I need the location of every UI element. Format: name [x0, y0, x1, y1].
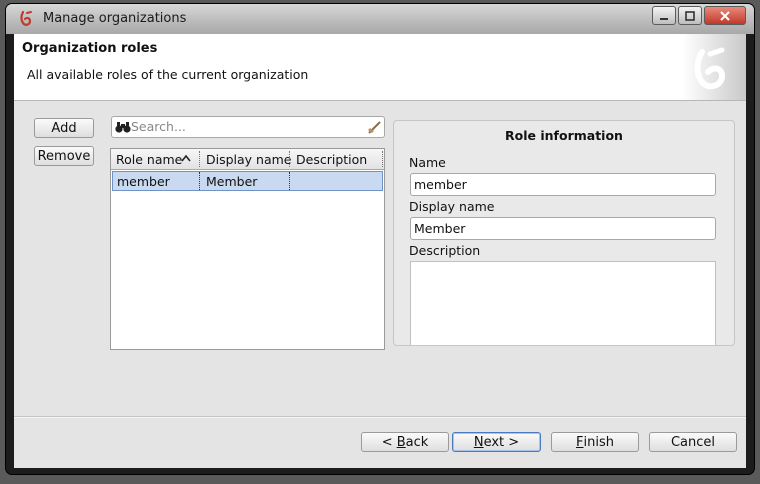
app-logo-icon: [20, 10, 32, 26]
window-title: Manage organizations: [43, 11, 187, 26]
name-label: Name: [409, 155, 446, 170]
finish-button[interactable]: Finish: [551, 432, 639, 452]
remove-button[interactable]: Remove: [34, 146, 94, 166]
close-icon[interactable]: [704, 6, 746, 25]
binoculars-icon: [115, 122, 131, 133]
table-header: Role name Display name Description: [111, 149, 384, 170]
maximize-icon[interactable]: [678, 6, 702, 25]
name-field[interactable]: member: [410, 173, 716, 196]
next-button[interactable]: Next >: [452, 432, 541, 452]
cancel-button[interactable]: Cancel: [649, 432, 737, 452]
column-header-description[interactable]: Description: [296, 152, 367, 167]
title-bar[interactable]: Manage organizations: [6, 4, 754, 34]
finish-label-rest: inish: [583, 434, 614, 450]
back-button[interactable]: < Back: [361, 432, 449, 452]
table-row[interactable]: member Member: [112, 171, 383, 191]
back-arrow: <: [381, 434, 397, 450]
add-button[interactable]: Add: [34, 118, 94, 138]
next-mnemonic: N: [473, 434, 484, 450]
description-textarea[interactable]: [410, 261, 716, 345]
wizard-header: Organization roles All available roles o…: [14, 34, 746, 101]
cell-separator: [289, 172, 290, 190]
panel-title: Role information: [505, 128, 623, 143]
column-header-role-name[interactable]: Role name: [116, 152, 182, 167]
window: Manage organizations Organization roles …: [6, 4, 754, 474]
clear-search-icon[interactable]: [367, 120, 381, 134]
sort-ascending-icon: [181, 154, 191, 162]
window-controls: [652, 6, 746, 25]
cell-separator: [199, 172, 200, 190]
column-separator[interactable]: [199, 151, 200, 167]
column-separator[interactable]: [289, 151, 290, 167]
page-subtitle: All available roles of the current organ…: [27, 67, 309, 82]
back-mnemonic: B: [396, 434, 406, 450]
role-information-panel: Role information Name member Display nam…: [393, 120, 735, 346]
column-header-display-name[interactable]: Display name: [206, 152, 292, 167]
dialog-body: Organization roles All available roles o…: [14, 34, 746, 468]
column-separator[interactable]: [382, 151, 383, 167]
cell-display-name: Member: [206, 174, 258, 189]
finish-mnemonic: F: [576, 434, 584, 450]
divider: [14, 416, 746, 418]
roles-table: Role name Display name Description membe…: [110, 148, 385, 350]
page-title: Organization roles: [22, 41, 158, 56]
search-field[interactable]: Search...: [111, 116, 385, 138]
description-label: Description: [409, 243, 481, 258]
brand-logo: [682, 34, 746, 100]
search-input[interactable]: Search...: [131, 119, 186, 134]
back-label-rest: ack: [405, 434, 429, 450]
next-label-rest: ext: [483, 434, 505, 450]
display-name-label: Display name: [409, 199, 495, 214]
minimize-icon[interactable]: [652, 6, 676, 25]
display-name-field[interactable]: Member: [410, 217, 716, 240]
cell-role-name: member: [117, 174, 170, 189]
next-arrow: >: [504, 434, 520, 450]
